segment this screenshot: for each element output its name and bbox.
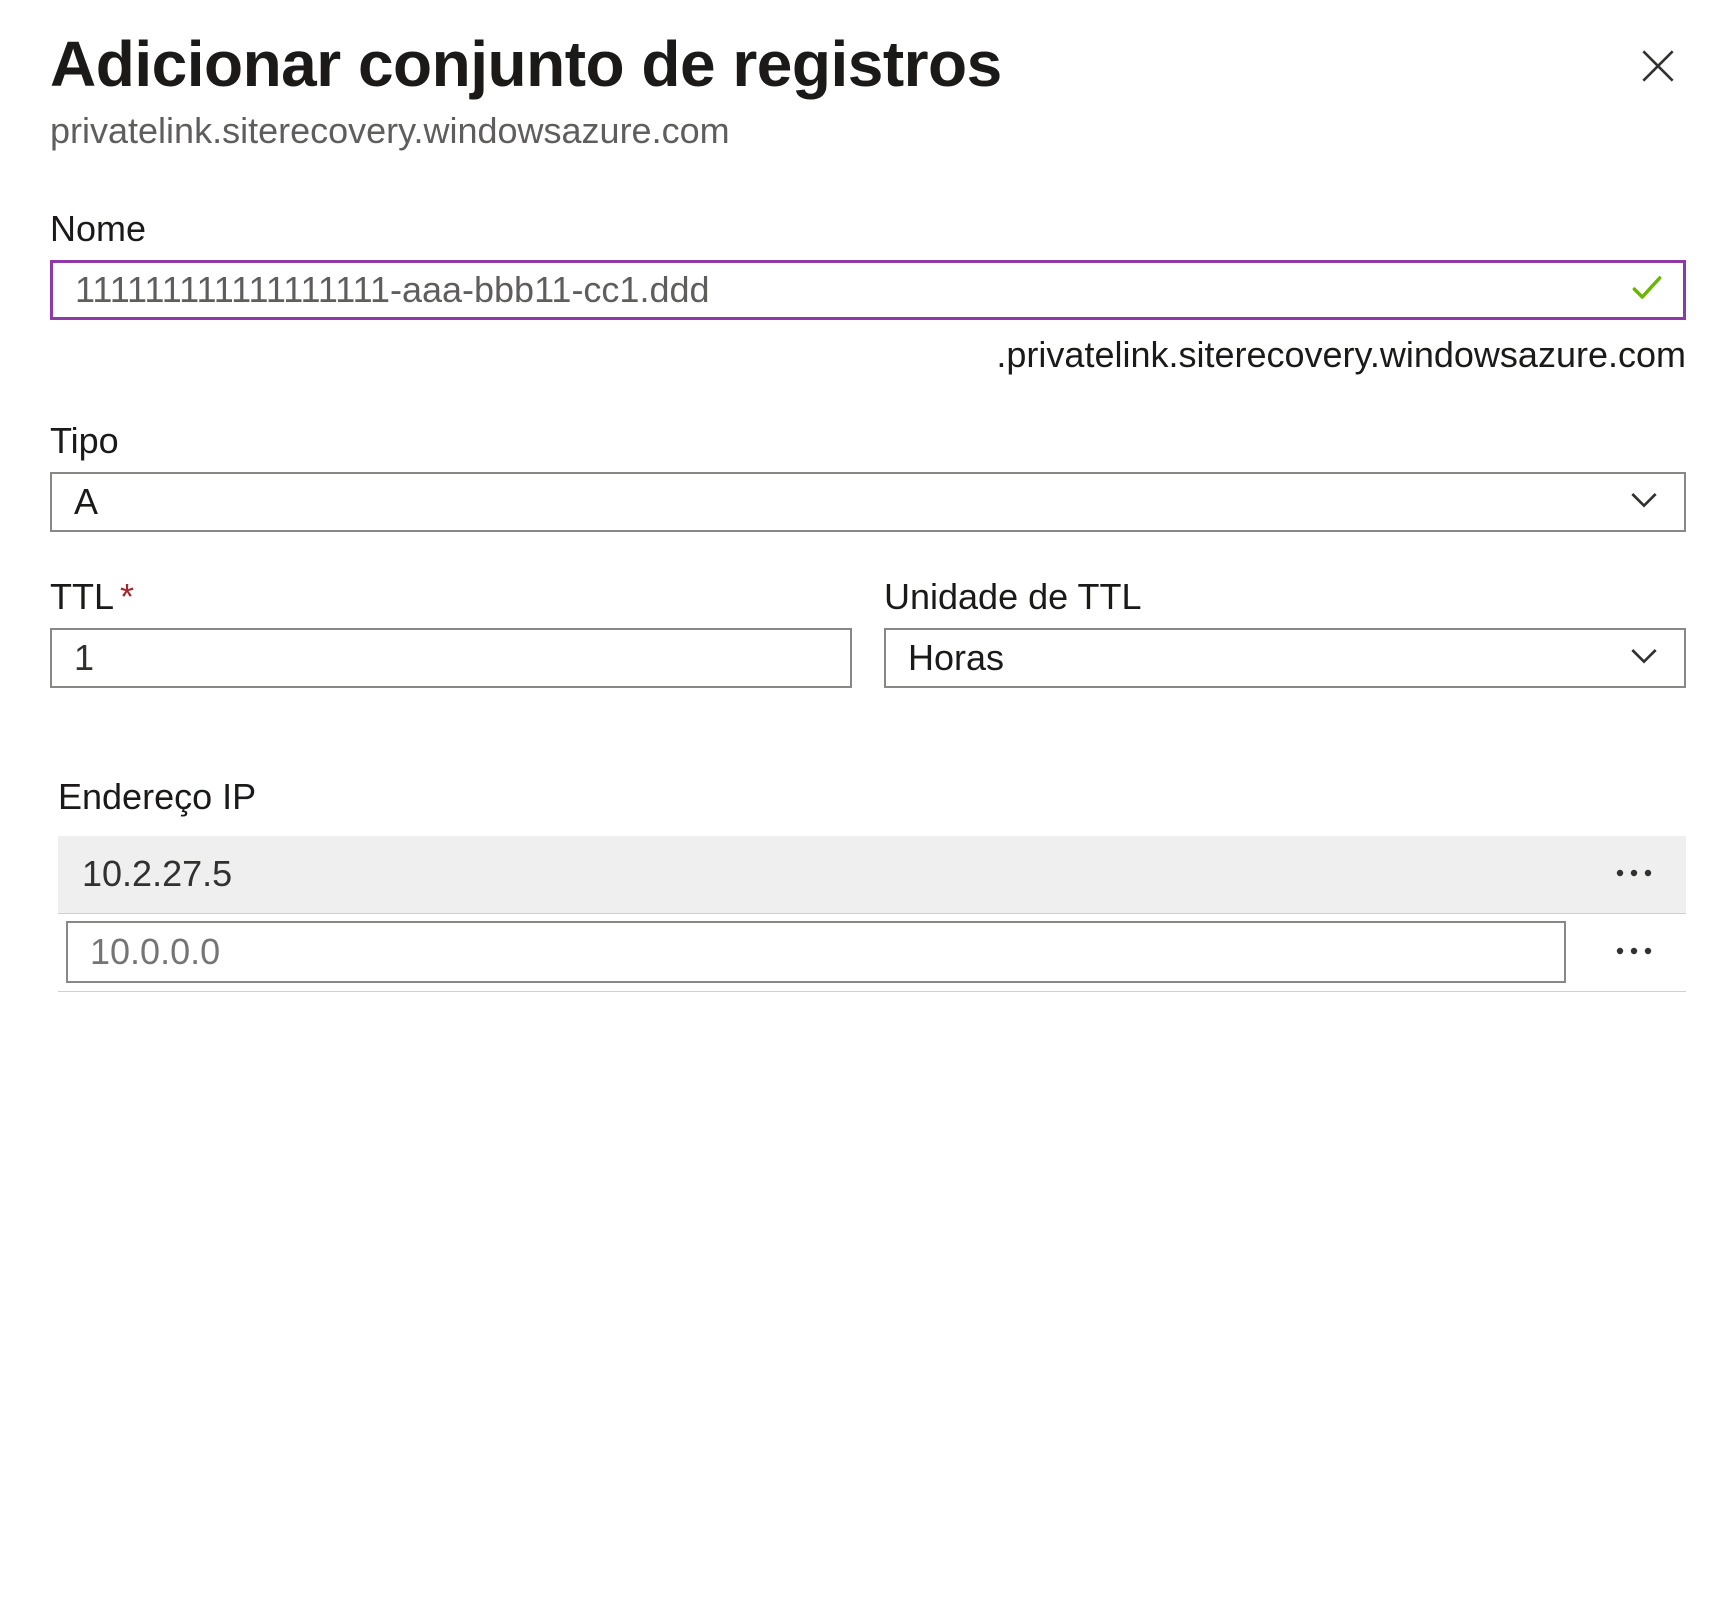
ttl-unit-select[interactable]: Horas: [884, 628, 1686, 688]
name-suffix: .privatelink.siterecovery.windowsazure.c…: [50, 334, 1686, 376]
ttl-label: TTL*: [50, 576, 852, 618]
more-icon: [1614, 868, 1654, 883]
page-subtitle: privatelink.siterecovery.windowsazure.co…: [50, 110, 1686, 152]
ttl-input[interactable]: [50, 628, 852, 688]
ip-new-input[interactable]: [66, 921, 1566, 983]
name-input[interactable]: [50, 260, 1686, 320]
more-icon: [1614, 946, 1654, 961]
close-button[interactable]: [1636, 28, 1686, 88]
ip-row-new: [58, 914, 1686, 992]
ttl-unit-value: Horas: [908, 637, 1004, 679]
ip-value: 10.2.27.5: [82, 853, 1606, 895]
type-label: Tipo: [50, 420, 1686, 462]
ip-row[interactable]: 10.2.27.5: [58, 836, 1686, 914]
chevron-down-icon: [1624, 635, 1664, 680]
required-indicator: *: [120, 576, 134, 617]
type-select[interactable]: A: [50, 472, 1686, 532]
ip-label: Endereço IP: [58, 776, 1686, 818]
ip-row-actions-button[interactable]: [1606, 858, 1662, 891]
page-title: Adicionar conjunto de registros: [50, 28, 1002, 102]
type-value: A: [74, 481, 98, 523]
ip-row-actions-button[interactable]: [1606, 936, 1662, 969]
check-icon: [1628, 268, 1666, 311]
name-label: Nome: [50, 208, 1686, 250]
chevron-down-icon: [1624, 479, 1664, 524]
ttl-unit-label: Unidade de TTL: [884, 576, 1686, 618]
